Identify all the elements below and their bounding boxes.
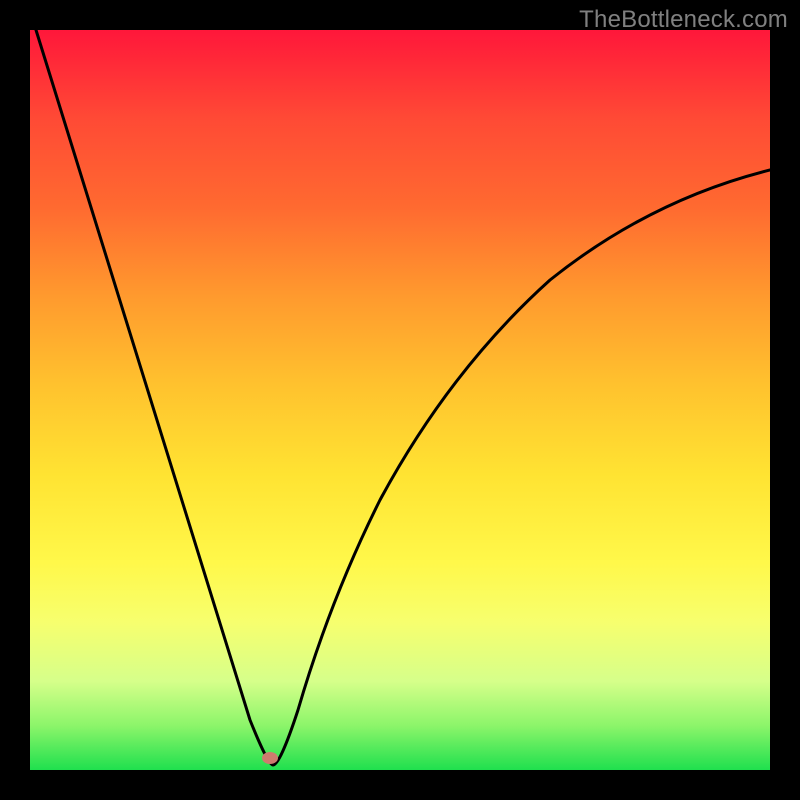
watermark-text: TheBottleneck.com: [579, 6, 788, 34]
curve-path: [36, 30, 770, 765]
plot-area: [30, 30, 770, 770]
chart-frame: TheBottleneck.com: [0, 0, 800, 800]
bottleneck-curve: [30, 30, 770, 770]
